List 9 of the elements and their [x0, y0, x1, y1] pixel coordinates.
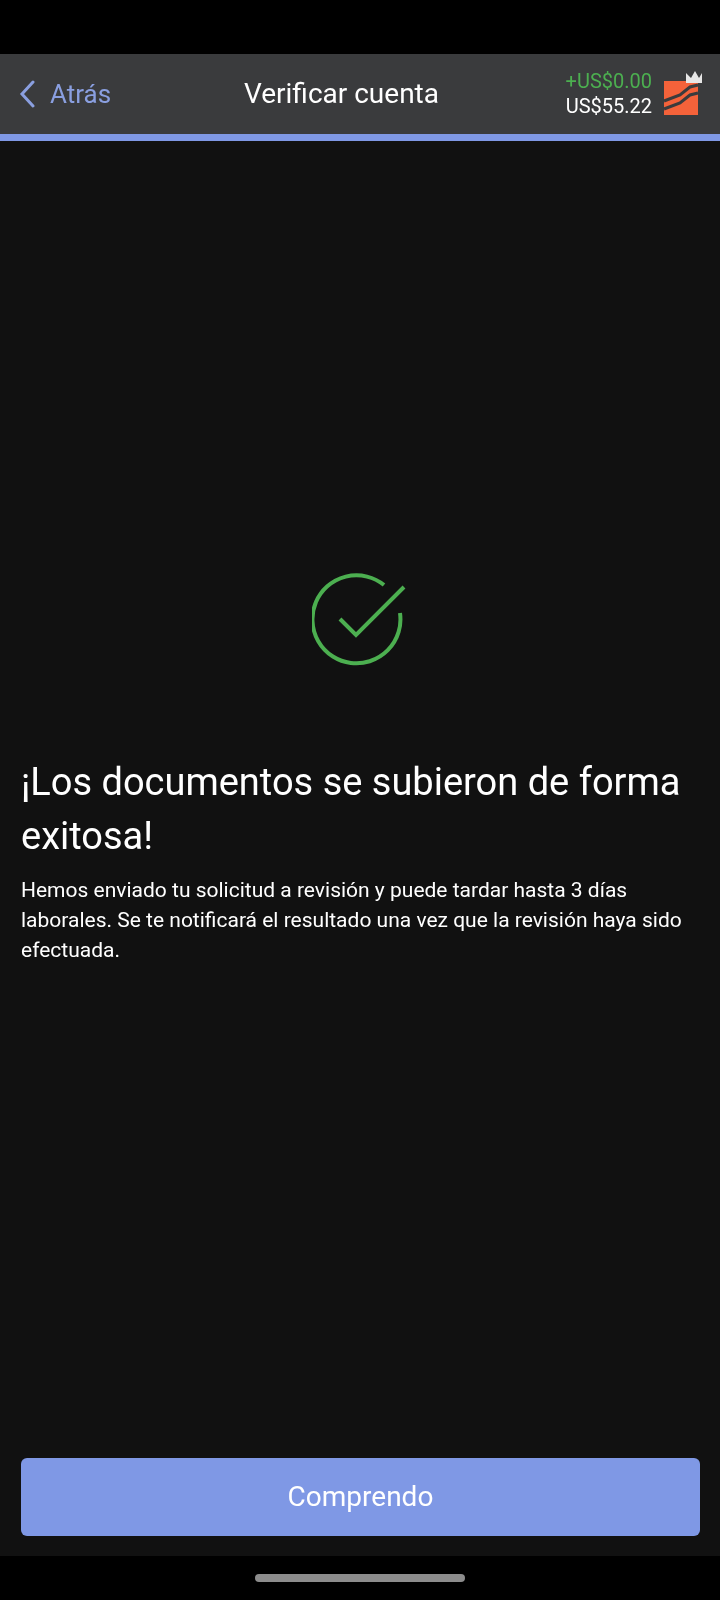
back-button[interactable]: Atrás	[18, 74, 112, 114]
balance-change: +US$0.00	[565, 69, 652, 94]
success-message: Hemos enviado tu solicitud a revisión y puede tardar hasta 3 días laborales. Se te notificará el resultado una vez que la revisión haya sido efectuada.	[21, 877, 683, 964]
back-chevron-icon	[18, 80, 36, 108]
page-title: Verificar cuenta	[244, 76, 439, 112]
logo-icon	[662, 71, 702, 117]
balance-amount: US$55.22	[565, 94, 652, 119]
success-heading: ¡Los documentos se subieron de forma exitosa!	[21, 759, 682, 860]
confirm-button[interactable]: Comprendo	[21, 1458, 700, 1536]
